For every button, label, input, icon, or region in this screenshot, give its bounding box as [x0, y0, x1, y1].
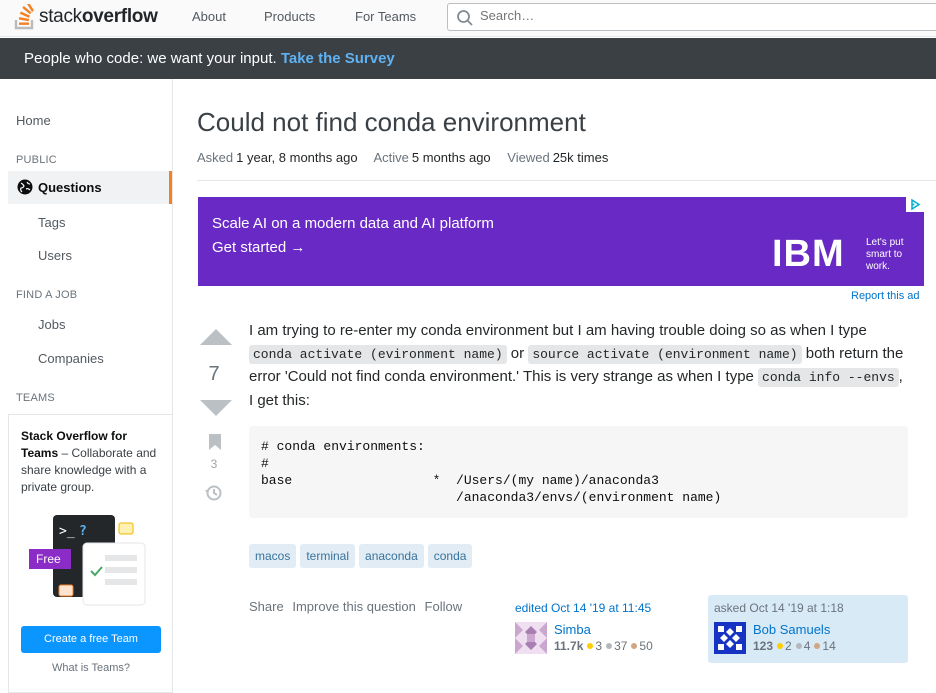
- adchoices-icon[interactable]: [906, 197, 924, 212]
- sidebar-item-companies[interactable]: Companies: [38, 351, 104, 366]
- sidebar-item-tags[interactable]: Tags: [38, 215, 65, 230]
- top-bar: stackoverflow About Products For Teams: [0, 0, 936, 37]
- sidebar-item-label: Questions: [38, 180, 102, 195]
- vote-count: 7: [208, 363, 220, 385]
- nav-about[interactable]: About: [192, 9, 226, 24]
- viewed-value: 25k times: [552, 150, 609, 165]
- take-survey-link[interactable]: Take the Survey: [281, 50, 395, 67]
- editor-reputation: 11.7k 3 37 50: [554, 639, 653, 653]
- search-icon: [457, 10, 473, 26]
- inline-code: conda info --envs: [758, 368, 899, 388]
- ibm-logo: IBM: [772, 233, 845, 275]
- bronze-count: 14: [822, 639, 836, 653]
- ad-tagline: Let's put smart to work.: [866, 237, 904, 272]
- upvote-arrow-icon[interactable]: [200, 329, 232, 345]
- code-block: # conda environments: # base * /Users/(m…: [249, 426, 908, 518]
- active-value[interactable]: 5 months ago: [412, 150, 491, 165]
- sidebar-item-questions[interactable]: Questions: [8, 171, 172, 204]
- sidebar-item-jobs[interactable]: Jobs: [38, 317, 65, 332]
- search-input[interactable]: [480, 8, 780, 23]
- report-ad-link[interactable]: Report this ad: [851, 290, 919, 302]
- tag-macos[interactable]: macos: [249, 544, 297, 568]
- search-box[interactable]: [447, 3, 936, 31]
- stackoverflow-logo[interactable]: stackoverflow: [14, 2, 158, 32]
- create-free-team-button[interactable]: Create a free Team: [21, 626, 161, 653]
- tag-list: macos terminal anaconda conda: [249, 544, 473, 568]
- owner-reputation: 123 2 4 14: [753, 639, 836, 653]
- active-label: Active: [373, 150, 409, 165]
- asked-label: Asked: [197, 150, 234, 165]
- avatar[interactable]: [515, 622, 547, 654]
- reputation-score: 123: [753, 639, 774, 653]
- svg-text:>_: >_: [59, 524, 75, 539]
- banner-text: People who code: we want your input. Tak…: [24, 50, 395, 67]
- silver-count: 4: [803, 639, 811, 653]
- body-text: or: [506, 344, 529, 362]
- inline-code: source activate (environment name): [528, 344, 802, 364]
- tag-conda[interactable]: conda: [427, 544, 473, 568]
- post-actions: Share Improve this question Follow: [249, 599, 467, 614]
- timeline-history-icon[interactable]: [205, 484, 223, 502]
- edited-time-link[interactable]: edited Oct 14 '19 at 11:45: [515, 601, 693, 615]
- ibm-ad-banner[interactable]: Scale AI on a modern data and AI platfor…: [198, 197, 924, 286]
- stack-logo-icon: [14, 4, 35, 30]
- teams-promo-text: Stack Overflow for Teams – Collaborate a…: [21, 429, 157, 494]
- silver-count: 37: [614, 639, 628, 653]
- what-is-teams-link[interactable]: What is Teams?: [21, 662, 161, 674]
- sidebar-item-home[interactable]: Home: [16, 113, 51, 128]
- bookmark-icon[interactable]: [209, 434, 221, 450]
- tag-anaconda[interactable]: anaconda: [359, 544, 424, 568]
- bronze-badge-icon: [631, 643, 638, 650]
- silver-badge-icon: [795, 643, 802, 650]
- sidebar-item-users[interactable]: Users: [38, 248, 72, 263]
- gold-badge-icon: [587, 643, 594, 650]
- silver-badge-icon: [606, 643, 613, 650]
- gold-count: 3: [595, 639, 603, 653]
- bronze-badge-icon: [814, 643, 821, 650]
- globe-icon: [17, 179, 33, 195]
- viewed-label: Viewed: [507, 150, 550, 165]
- free-label: Free: [36, 552, 61, 566]
- body-text: I am trying to re-enter my conda environ…: [249, 322, 867, 339]
- tag-terminal[interactable]: terminal: [300, 544, 356, 568]
- banner-message: People who code: we want your input.: [24, 50, 277, 67]
- ad-cta[interactable]: Get started →: [212, 239, 305, 256]
- survey-banner: People who code: we want your input. Tak…: [0, 38, 936, 79]
- teams-promo: Stack Overflow for Teams – Collaborate a…: [8, 414, 172, 693]
- sidebar-heading-teams: TEAMS: [16, 392, 55, 404]
- question-title[interactable]: Could not find conda environment: [197, 107, 586, 138]
- editor-card: edited Oct 14 '19 at 11:45 Simba 11.7k 3 3…: [509, 595, 699, 663]
- asked-value: 1 year, 8 months ago: [236, 150, 358, 165]
- bookmark-count: 3: [210, 457, 218, 471]
- improve-question-link[interactable]: Improve this question: [292, 599, 416, 614]
- question-meta: Asked 1 year, 8 months ago Active 5 months…: [197, 150, 621, 165]
- asked-time: asked Oct 14 '19 at 1:18: [714, 601, 844, 615]
- follow-link[interactable]: Follow: [425, 599, 463, 614]
- inline-code: conda activate (evironment name): [249, 344, 507, 364]
- sidebar-heading-public: PUBLIC: [16, 154, 57, 166]
- share-link[interactable]: Share: [249, 599, 284, 614]
- gold-count: 2: [785, 639, 792, 653]
- left-sidebar: Home PUBLIC Questions Tags Users FIND A …: [0, 79, 173, 693]
- owner-card: asked Oct 14 '19 at 1:18 Bob Samuels 123…: [708, 595, 908, 663]
- avatar[interactable]: [714, 622, 746, 654]
- sidebar-heading-jobs: FIND A JOB: [16, 289, 78, 301]
- gold-badge-icon: [777, 643, 784, 650]
- svg-text:?: ?: [79, 524, 87, 539]
- ad-headline: Scale AI on a modern data and AI platfor…: [212, 215, 494, 232]
- logo-wordmark: stackoverflow: [39, 6, 158, 27]
- question-body: I am trying to re-enter my conda environ…: [249, 320, 909, 413]
- reputation-score: 11.7k: [554, 639, 584, 653]
- owner-name-link[interactable]: Bob Samuels: [753, 622, 830, 637]
- bronze-count: 50: [639, 639, 653, 653]
- header-divider: [197, 180, 936, 181]
- editor-name-link[interactable]: Simba: [554, 622, 591, 637]
- nav-products[interactable]: Products: [264, 9, 315, 24]
- nav-for-teams[interactable]: For Teams: [355, 9, 416, 24]
- downvote-arrow-icon[interactable]: [200, 400, 232, 416]
